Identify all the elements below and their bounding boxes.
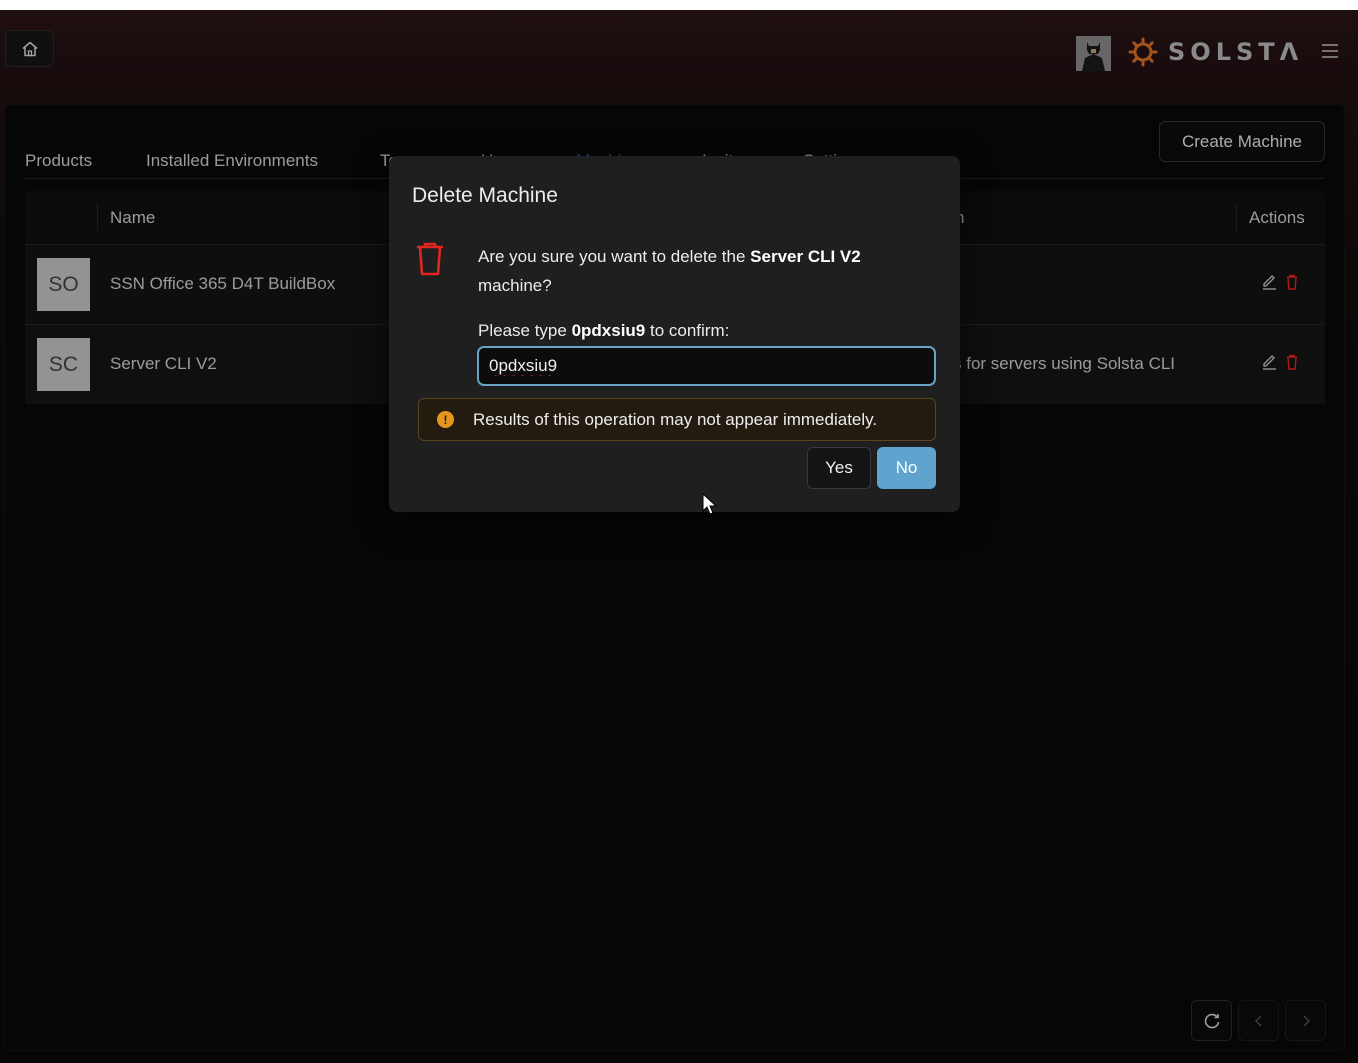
confirm-input[interactable] bbox=[477, 346, 936, 386]
trash-icon bbox=[417, 242, 443, 276]
confirm-code: 0pdxsiu9 bbox=[571, 321, 646, 340]
message-machine-name: Server CLI V2 bbox=[750, 247, 861, 266]
no-button[interactable]: No bbox=[877, 447, 936, 489]
mouse-cursor-icon bbox=[702, 493, 718, 515]
message-suffix: machine? bbox=[478, 276, 552, 295]
yes-button[interactable]: Yes bbox=[807, 447, 871, 489]
app-window: SOLSTΛ Products Installed Environments T… bbox=[0, 10, 1358, 1063]
warning-icon: ! bbox=[437, 411, 454, 428]
dialog-title: Delete Machine bbox=[412, 184, 558, 207]
warning-text: Results of this operation may not appear… bbox=[473, 409, 878, 429]
confirm-label: Please type 0pdxsiu9 to confirm: bbox=[478, 321, 729, 341]
confirm-suffix: to confirm: bbox=[645, 321, 730, 340]
warning-alert: ! Results of this operation may not appe… bbox=[418, 398, 936, 441]
confirm-prefix: Please type bbox=[478, 321, 572, 340]
dialog-message: Are you sure you want to delete the Serv… bbox=[478, 242, 928, 300]
message-prefix: Are you sure you want to delete the bbox=[478, 247, 751, 266]
delete-machine-dialog: Delete Machine Are you sure you want to … bbox=[389, 156, 960, 512]
